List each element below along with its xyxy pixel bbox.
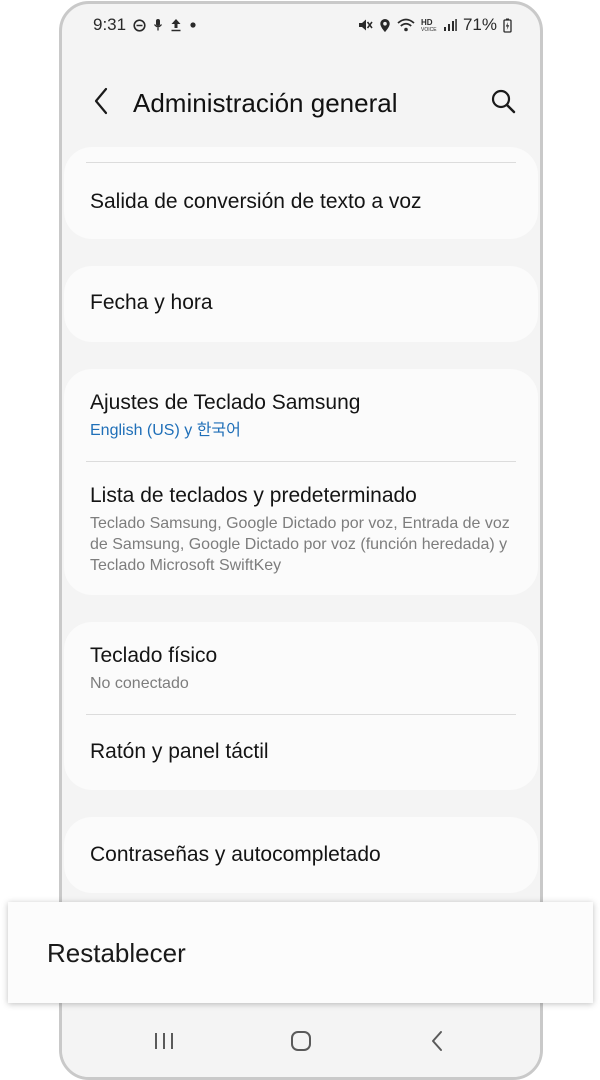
navigation-bar <box>62 1005 540 1077</box>
battery-icon <box>503 18 512 33</box>
wifi-icon <box>397 18 415 32</box>
signal-icon <box>443 18 457 32</box>
status-bar: 9:31 HD VOICE 71% <box>62 4 540 46</box>
reset-item-highlight[interactable]: Restablecer <box>8 902 593 1003</box>
mic-icon <box>153 18 163 32</box>
settings-card-date-time: Fecha y hora <box>64 266 538 342</box>
list-item-mouse-trackpad[interactable]: Ratón y panel táctil <box>64 715 538 790</box>
settings-card-keyboards: Ajustes de Teclado Samsung English (US) … <box>64 369 538 595</box>
recents-icon <box>153 1031 175 1056</box>
svg-text:HD: HD <box>421 18 433 27</box>
settings-card-input-devices: Teclado físico No conectado Ratón y pane… <box>64 622 538 790</box>
settings-card-passwords: Contraseñas y autocompletado <box>64 817 538 893</box>
nav-back-button[interactable] <box>417 1023 457 1063</box>
list-item-keyboard-list[interactable]: Lista de teclados y predeterminado Tecla… <box>64 462 538 595</box>
list-item-title: Ratón y panel táctil <box>90 740 269 763</box>
mute-icon <box>357 18 373 32</box>
list-item-subtitle: No conectado <box>90 675 189 692</box>
svg-text:VOICE: VOICE <box>421 27 437 32</box>
list-item-tts-output[interactable]: Salida de conversión de texto a voz <box>64 163 538 239</box>
battery-percent: 71% <box>462 15 497 34</box>
status-time: 9:31 <box>93 15 127 34</box>
upload-icon <box>170 18 182 32</box>
list-item-title: Teclado físico <box>90 644 218 667</box>
list-item-title: Salida de conversión de texto a voz <box>90 190 422 213</box>
back-button[interactable] <box>84 86 118 120</box>
search-icon <box>490 88 516 119</box>
settings-card-tts: Salida de conversión de texto a voz <box>64 147 538 239</box>
dnd-icon <box>133 18 146 32</box>
app-header: Administración general <box>62 74 540 134</box>
list-item-title: Fecha y hora <box>90 291 213 314</box>
status-left: 9:31 <box>93 15 197 35</box>
search-button[interactable] <box>486 86 520 120</box>
home-icon <box>290 1030 312 1057</box>
chevron-left-icon <box>93 87 109 120</box>
reset-label: Restablecer <box>47 938 186 968</box>
page-title: Administración general <box>133 88 398 118</box>
list-item-samsung-keyboard[interactable]: Ajustes de Teclado Samsung English (US) … <box>64 369 538 461</box>
list-item-passwords-autofill[interactable]: Contraseñas y autocompletado <box>64 817 538 893</box>
list-item-subtitle: English (US) y 한국어 <box>90 422 241 439</box>
status-right: HD VOICE 71% <box>357 15 512 35</box>
home-button[interactable] <box>281 1023 321 1063</box>
list-item-title: Lista de teclados y predeterminado <box>90 484 417 507</box>
back-icon <box>430 1030 444 1057</box>
recents-button[interactable] <box>144 1023 184 1063</box>
location-icon <box>379 18 391 33</box>
volte-icon: HD VOICE <box>421 18 437 32</box>
list-item-physical-keyboard[interactable]: Teclado físico No conectado <box>64 622 538 714</box>
list-item-subtitle: Teclado Samsung, Google Dictado por voz,… <box>90 515 510 574</box>
list-item-title: Contraseñas y autocompletado <box>90 843 381 866</box>
dot-icon <box>189 21 197 29</box>
list-item-title: Ajustes de Teclado Samsung <box>90 391 361 414</box>
list-item-date-time[interactable]: Fecha y hora <box>64 266 538 342</box>
